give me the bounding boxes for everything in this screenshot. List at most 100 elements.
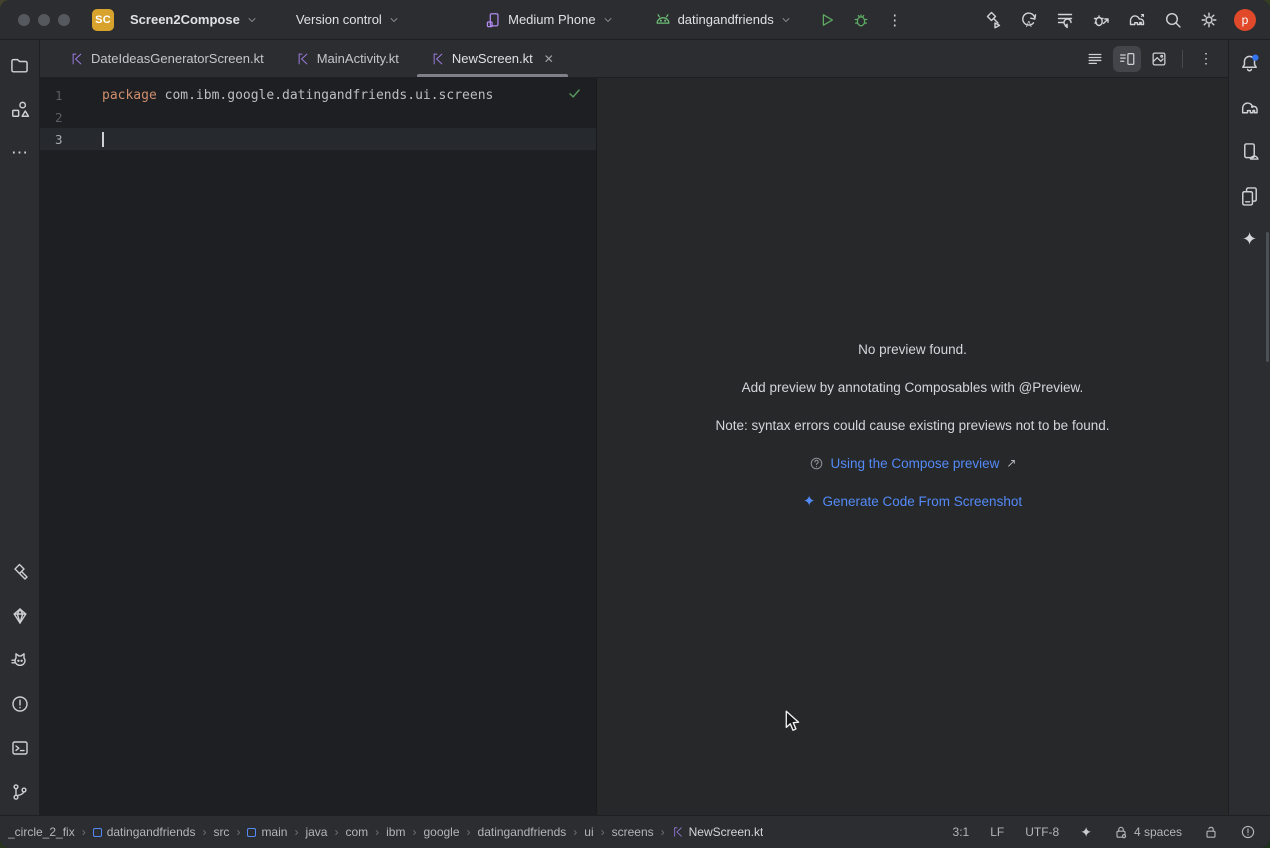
notifications-button[interactable] [1237,50,1263,76]
caret-position-widget[interactable]: 3:1 [953,825,970,839]
debug-button[interactable] [846,6,876,34]
inspections-widget[interactable] [1240,824,1256,840]
run-configuration-selector[interactable]: datingandfriends [646,6,800,34]
preview-message-2: Add preview by annotating Composables wi… [742,368,1084,406]
terminal-tool-button[interactable] [7,735,33,761]
logcat-tool-button[interactable] [7,647,33,673]
android-icon [654,11,672,29]
problems-tool-button[interactable] [7,691,33,717]
minimize-window-button[interactable] [38,14,50,26]
close-tab-icon[interactable]: ✕ [544,52,554,66]
indent-widget[interactable]: 4 spaces [1113,824,1182,840]
version-control-tool-button[interactable] [7,779,33,805]
settings-button[interactable] [1194,6,1224,34]
project-selector[interactable]: Screen2Compose [122,6,266,34]
breadcrumb-separator: › [573,825,577,839]
app-quality-insights-tool-button[interactable] [7,603,33,629]
line-separator-widget[interactable]: LF [990,825,1004,839]
bug-icon [852,11,870,29]
editor-line-3-current: 3 [40,128,596,150]
resource-manager-tool-button[interactable] [7,96,33,122]
more-tool-windows-button[interactable]: ⋯ [7,140,33,166]
preview-message-1: No preview found. [858,330,967,368]
gemini-tool-button[interactable]: ✦ [1237,226,1263,252]
kotlin-file-icon [672,826,684,838]
breadcrumb-item[interactable]: _circle_2_fix [8,825,75,839]
editor-options-button[interactable]: ⋮ [1192,46,1220,72]
running-devices-tool-button[interactable] [1237,138,1263,164]
sync-translations-button[interactable]: A [1014,6,1044,34]
breadcrumb: _circle_2_fix › datingandfriends › src ›… [8,825,763,839]
elephant-sync-icon [1127,10,1147,30]
build-tool-button[interactable] [7,559,33,585]
run-config-label: datingandfriends [678,12,774,27]
split-view-button[interactable] [1113,46,1141,72]
inspections-ok-check-icon[interactable] [567,86,582,101]
project-name: Screen2Compose [130,12,240,27]
kotlin-file-icon [296,52,310,66]
device-manager-icon [1239,185,1260,206]
code-editor[interactable]: 1 package com.ibm.google.datingandfriend… [40,78,596,815]
breadcrumb-item[interactable]: java [305,825,327,839]
tab-label: DateIdeasGeneratorScreen.kt [91,51,264,66]
project-logo: SC [92,9,114,31]
device-selector[interactable]: Medium Phone [476,6,621,34]
unlock-icon [1203,824,1219,840]
design-view-button[interactable] [1145,46,1173,72]
title-bar: SC Screen2Compose Version control Medium… [0,0,1270,40]
lock-gear-icon [1113,824,1129,840]
tab-newscreen[interactable]: NewScreen.kt ✕ [415,40,570,77]
breadcrumb-item[interactable]: com [345,825,368,839]
breadcrumb-item[interactable]: src [213,825,229,839]
encoding-widget[interactable]: UTF-8 [1025,825,1059,839]
scrollbar-thumb[interactable] [1266,232,1269,362]
restore-changes-button[interactable] [1050,6,1080,34]
kebab-icon: ⋮ [1199,50,1213,67]
folder-icon [9,55,30,76]
compose-preview-help-link[interactable]: Using the Compose preview [831,456,1000,471]
more-run-actions-button[interactable]: ⋮ [880,6,910,34]
breadcrumb-separator: › [661,825,665,839]
project-tool-button[interactable] [7,52,33,78]
attach-debugger-button[interactable] [1086,6,1116,34]
maximize-window-button[interactable] [58,14,70,26]
left-tool-strip: ⋯ [0,40,40,815]
gradle-sync-button[interactable] [1122,6,1152,34]
chevron-down-icon [602,14,614,26]
gemini-status-icon[interactable]: ✦ [1080,824,1092,841]
hammer-icon [10,562,30,582]
gradle-tool-button[interactable] [1237,94,1263,120]
breadcrumb-item[interactable]: datingandfriends [478,825,567,839]
generate-code-link-row: ✦ Generate Code From Screenshot [803,482,1022,520]
breadcrumb-item[interactable]: ui [584,825,593,839]
tab-mainactivity[interactable]: MainActivity.kt [280,40,415,77]
build-run-button[interactable] [978,6,1008,34]
breadcrumb-item[interactable]: google [423,825,459,839]
device-manager-tool-button[interactable] [1237,182,1263,208]
preview-message-3: Note: syntax errors could cause existing… [716,406,1110,444]
phone-device-icon [484,11,502,29]
run-button[interactable] [812,6,842,34]
breadcrumb-separator: › [334,825,338,839]
module-icon [93,828,102,837]
sync-a-icon: A [1019,10,1039,30]
close-window-button[interactable] [18,14,30,26]
version-control-menu[interactable]: Version control [288,6,408,34]
bug-arrow-icon [1091,10,1111,30]
mouse-cursor [783,710,803,732]
user-avatar[interactable]: p [1234,9,1256,31]
generate-code-from-screenshot-link[interactable]: Generate Code From Screenshot [822,494,1022,509]
breadcrumb-item[interactable]: datingandfriends [93,825,196,839]
breadcrumb-item[interactable]: screens [612,825,654,839]
tab-dateideasgeneratorscreen[interactable]: DateIdeasGeneratorScreen.kt [54,40,280,77]
breadcrumb-item[interactable]: ibm [386,825,405,839]
help-circle-icon [809,456,824,471]
breadcrumb-separator: › [202,825,206,839]
breadcrumb-item[interactable]: main [247,825,287,839]
file-writable-widget[interactable] [1203,824,1219,840]
code-view-button[interactable] [1081,46,1109,72]
editor-tab-bar: DateIdeasGeneratorScreen.kt MainActivity… [40,40,1228,78]
breadcrumb-item-file[interactable]: NewScreen.kt [672,825,764,839]
search-everywhere-button[interactable] [1158,6,1188,34]
kebab-icon: ⋮ [887,11,902,29]
